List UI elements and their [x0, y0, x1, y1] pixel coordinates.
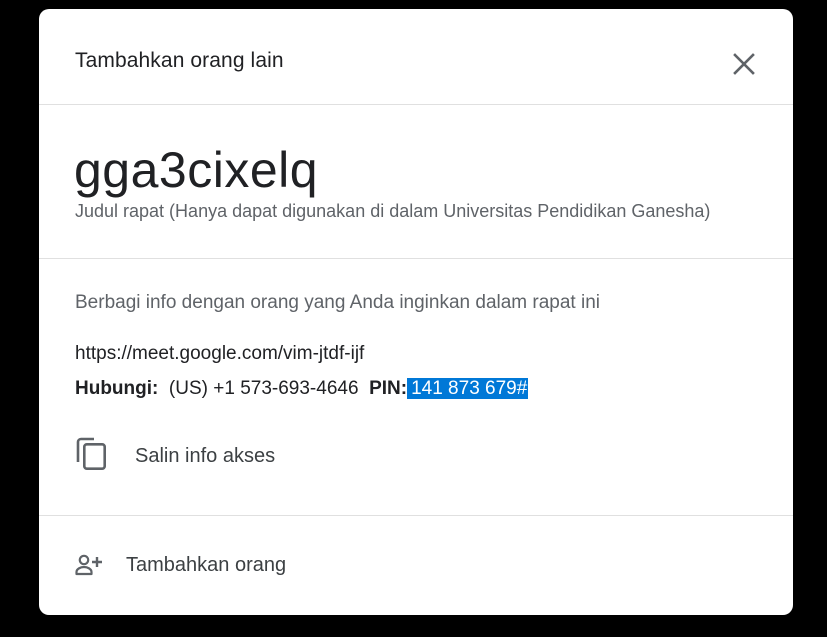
meeting-section: gga3cixelq Judul rapat (Hanya dapat digu…: [39, 105, 793, 259]
dial-in-line: Hubungi: (US) +1 573-693-4646 PIN: 141 87…: [75, 378, 529, 400]
dialog-title: Tambahkan orang lain: [75, 49, 284, 72]
dialog-header: Tambahkan orang lain: [39, 9, 793, 105]
add-people-label: Tambahkan orang: [126, 554, 287, 576]
pin-label: PIN:: [369, 378, 408, 399]
person-add-icon: [75, 554, 102, 576]
copy-icon: [76, 437, 106, 470]
add-people-button[interactable]: Tambahkan orang: [75, 549, 375, 585]
copy-access-info-button[interactable]: Salin info akses: [75, 436, 375, 476]
add-people-dialog: Tambahkan orang lain gga3cixelq Judul ra…: [39, 9, 793, 615]
phone-label: Hubungi:: [75, 378, 159, 399]
copy-access-info-label: Salin info akses: [135, 445, 276, 467]
share-instructions: Berbagi info dengan orang yang Anda ingi…: [75, 292, 600, 313]
phone-number[interactable]: (US) +1 573-693-4646: [169, 378, 359, 399]
close-button[interactable]: [729, 49, 759, 79]
pin-value[interactable]: 141 873 679#: [407, 378, 529, 399]
meeting-subtitle: Judul rapat (Hanya dapat digunakan di da…: [75, 201, 711, 221]
close-icon: [733, 53, 755, 75]
meeting-code: gga3cixelq: [74, 142, 319, 198]
join-info-section: Berbagi info dengan orang yang Anda ingi…: [39, 259, 793, 516]
meeting-link[interactable]: https://meet.google.com/vim-jtdf-ijf: [75, 343, 364, 365]
